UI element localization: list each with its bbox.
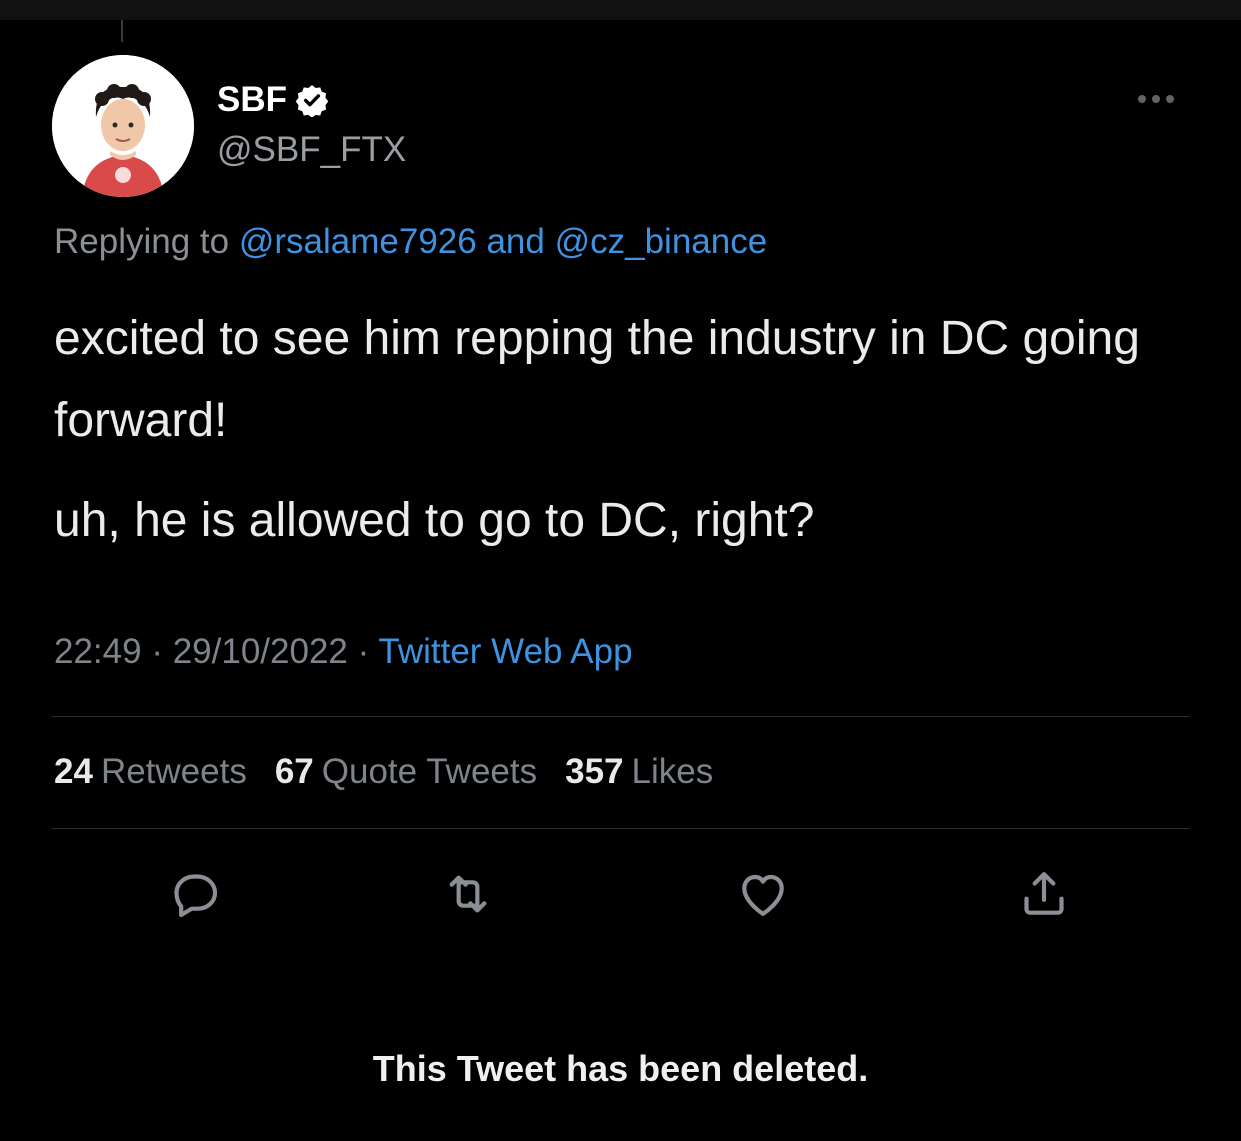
replying-to-line: Replying to @rsalame7926 and @cz_binance (54, 222, 767, 262)
more-dot (1152, 95, 1160, 103)
avatar-image (52, 55, 194, 197)
verified-badge-icon (295, 85, 329, 117)
tweet-date[interactable]: 29/10/2022 (173, 632, 348, 671)
replying-to-label: Replying to (54, 222, 230, 261)
more-dot (1166, 95, 1174, 103)
divider (52, 828, 1190, 829)
tweet-body: excited to see him repping the industry … (54, 298, 1184, 562)
meta-separator: · (151, 632, 163, 671)
deleted-tweet-notice: This Tweet has been deleted. (372, 1048, 869, 1089)
quote-tweets-label: Quote Tweets (321, 752, 538, 791)
likes-label: Likes (631, 752, 714, 791)
user-handle[interactable]: @SBF_FTX (217, 130, 406, 170)
quote-tweets-stat[interactable]: 67 Quote Tweets (275, 752, 537, 792)
tweet-source-link[interactable]: Twitter Web App (378, 632, 632, 671)
more-dot (1138, 95, 1146, 103)
tweet-meta: 22:49 · 29/10/2022 · Twitter Web App (54, 632, 633, 672)
retweets-count: 24 (54, 752, 93, 791)
meta-separator: · (357, 632, 370, 671)
tweet-paragraph: excited to see him repping the industry … (54, 312, 1140, 447)
tweet-stats: 24 Retweets 67 Quote Tweets 357 Likes (54, 752, 713, 792)
display-name[interactable]: SBF (217, 80, 287, 120)
tweet-paragraph: uh, he is allowed to go to DC, right? (54, 494, 815, 547)
top-strip (0, 0, 1241, 20)
more-options-icon[interactable] (1138, 92, 1186, 106)
display-name-row[interactable]: SBF (217, 80, 329, 120)
avatar[interactable] (52, 55, 194, 197)
like-icon[interactable] (735, 866, 791, 922)
reply-connector: and (486, 222, 545, 261)
tweet-time[interactable]: 22:49 (54, 632, 142, 671)
likes-stat[interactable]: 357 Likes (565, 752, 713, 792)
divider (52, 716, 1190, 717)
thread-connector-line (121, 20, 123, 42)
mention-link-rsalame[interactable]: @rsalame7926 (239, 222, 477, 261)
quote-tweets-count: 67 (274, 752, 314, 791)
likes-count: 357 (565, 752, 624, 791)
share-icon[interactable] (1016, 866, 1072, 922)
mention-link-cz-binance[interactable]: @cz_binance (555, 222, 768, 261)
retweet-icon[interactable] (440, 866, 496, 922)
reply-icon[interactable] (166, 866, 222, 922)
retweets-stat[interactable]: 24 Retweets (54, 752, 247, 792)
retweets-label: Retweets (100, 752, 247, 791)
tweet-actions (0, 866, 1241, 926)
